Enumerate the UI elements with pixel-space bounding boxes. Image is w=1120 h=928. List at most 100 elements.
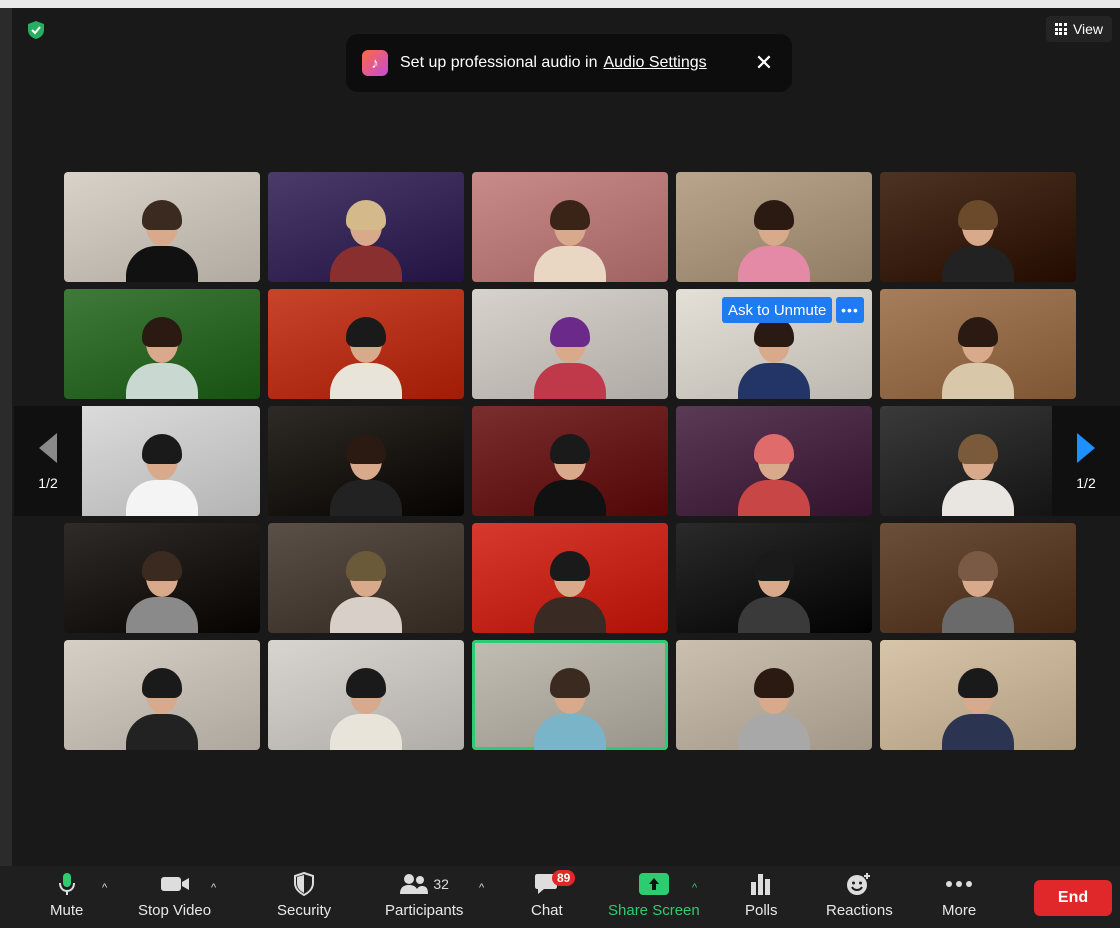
microphone-icon	[58, 872, 76, 896]
security-label: Security	[277, 902, 332, 919]
participant-video	[734, 313, 814, 399]
share-options-caret-icon[interactable]: ^	[692, 882, 697, 894]
participant-video	[122, 313, 202, 399]
chat-label: Chat	[531, 902, 563, 919]
stop-video-button[interactable]: Stop Video	[138, 872, 211, 919]
ellipsis-icon	[945, 872, 973, 896]
music-note-icon: ♪	[362, 50, 388, 76]
security-shield-icon	[293, 872, 315, 896]
participant-video	[938, 430, 1018, 516]
view-button-label: View	[1072, 21, 1104, 37]
video-tile[interactable]	[268, 289, 464, 399]
participant-video	[734, 430, 814, 516]
more-button[interactable]: More	[942, 872, 976, 919]
grid-view-icon	[1054, 23, 1067, 35]
video-tile[interactable]	[676, 172, 872, 282]
security-button[interactable]: Security	[277, 872, 331, 919]
participant-video	[530, 313, 610, 399]
view-button[interactable]: View	[1046, 16, 1112, 42]
participant-video	[326, 664, 406, 750]
previous-page-button[interactable]: 1/2	[14, 406, 82, 516]
polls-button[interactable]: Polls	[745, 872, 778, 919]
participant-video	[734, 664, 814, 750]
audio-options-caret-icon[interactable]: ^	[102, 882, 107, 894]
more-label: More	[942, 902, 977, 919]
participant-video	[326, 196, 406, 282]
banner-text: Set up professional audio in	[400, 54, 598, 71]
smiley-plus-icon	[845, 872, 873, 896]
video-tile[interactable]	[268, 523, 464, 633]
participant-video	[530, 664, 610, 750]
participants-label: Participants	[385, 902, 464, 919]
participant-video	[326, 547, 406, 633]
window-edge	[0, 8, 12, 928]
participant-video	[938, 313, 1018, 399]
participant-more-button[interactable]: •••	[836, 297, 864, 323]
share-screen-button[interactable]: Share Screen	[608, 872, 700, 919]
participant-video	[122, 547, 202, 633]
participant-video	[326, 313, 406, 399]
video-tile[interactable]	[880, 172, 1076, 282]
stop-video-label: Stop Video	[138, 902, 212, 919]
video-tile[interactable]	[472, 406, 668, 516]
video-tile[interactable]	[880, 289, 1076, 399]
ask-to-unmute-button[interactable]: Ask to Unmute	[722, 297, 833, 323]
video-camera-icon	[160, 872, 190, 896]
video-tile[interactable]	[268, 640, 464, 750]
close-icon[interactable]: ✕	[752, 52, 776, 74]
encryption-shield-icon[interactable]	[26, 20, 46, 40]
participant-video	[122, 664, 202, 750]
page-indicator-left: 1/2	[38, 475, 58, 491]
video-tile[interactable]	[472, 640, 668, 750]
page-indicator-right: 1/2	[1076, 475, 1096, 491]
end-meeting-button[interactable]: End	[1034, 880, 1112, 916]
video-tile[interactable]	[880, 523, 1076, 633]
window-title-strip	[0, 0, 1120, 8]
next-page-button[interactable]: 1/2	[1052, 406, 1120, 516]
participants-count: 32	[433, 876, 449, 892]
participant-video	[122, 196, 202, 282]
reactions-button[interactable]: Reactions	[826, 872, 893, 919]
participant-video	[938, 196, 1018, 282]
video-tile[interactable]	[64, 640, 260, 750]
video-tile[interactable]	[64, 523, 260, 633]
mute-label: Mute	[50, 902, 84, 919]
share-arrow-icon	[638, 873, 669, 895]
triangle-left-icon	[39, 433, 57, 463]
video-tile[interactable]	[472, 289, 668, 399]
polls-label: Polls	[745, 902, 778, 919]
video-tile[interactable]	[676, 406, 872, 516]
participant-video	[938, 547, 1018, 633]
participants-options-caret-icon[interactable]: ^	[479, 882, 484, 894]
video-tile[interactable]	[676, 640, 872, 750]
participant-video	[530, 430, 610, 516]
video-tile[interactable]	[880, 640, 1076, 750]
video-tile[interactable]	[64, 406, 260, 516]
video-options-caret-icon[interactable]: ^	[211, 882, 216, 894]
video-tile[interactable]	[64, 289, 260, 399]
chat-unread-badge: 89	[552, 870, 576, 886]
participant-video	[734, 196, 814, 282]
reactions-label: Reactions	[826, 902, 893, 919]
participants-button[interactable]: 32 Participants	[385, 872, 463, 919]
video-tile[interactable]	[880, 406, 1076, 516]
bar-chart-icon	[749, 872, 773, 896]
share-screen-label: Share Screen	[608, 902, 700, 919]
participant-video	[530, 196, 610, 282]
participant-video	[734, 547, 814, 633]
participant-video	[938, 664, 1018, 750]
participant-video	[326, 430, 406, 516]
participant-video	[122, 430, 202, 516]
video-tile[interactable]	[268, 406, 464, 516]
video-tile[interactable]	[676, 523, 872, 633]
audio-settings-link[interactable]: Audio Settings	[603, 54, 706, 72]
video-tile[interactable]	[472, 172, 668, 282]
video-tile[interactable]	[268, 172, 464, 282]
mute-button[interactable]: Mute	[50, 872, 83, 919]
participant-video	[530, 547, 610, 633]
participants-icon	[400, 874, 429, 894]
triangle-right-icon	[1077, 433, 1095, 463]
video-tile[interactable]	[64, 172, 260, 282]
audio-settings-banner: ♪ Set up professional audio in Audio Set…	[346, 34, 792, 92]
video-tile[interactable]	[472, 523, 668, 633]
